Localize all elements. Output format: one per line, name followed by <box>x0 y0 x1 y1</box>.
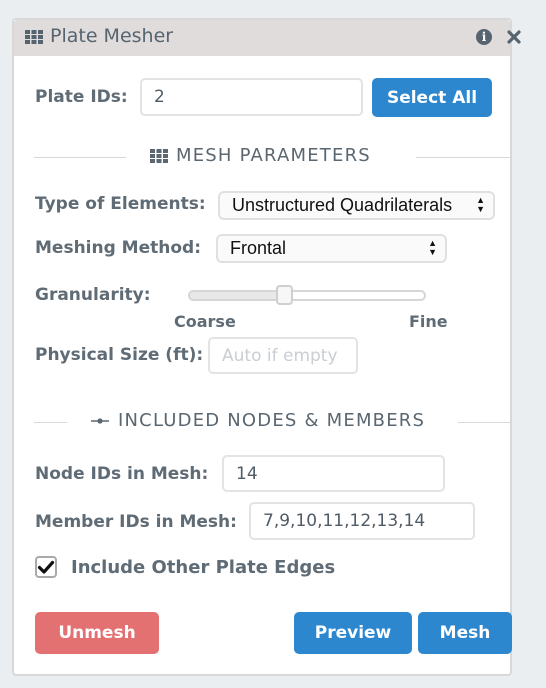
meshing-method-label: Meshing Method: <box>35 238 202 258</box>
section-title: INCLUDED NODES & MEMBERS <box>118 410 426 431</box>
mesh-button[interactable]: Mesh <box>418 612 512 654</box>
section-title: MESH PARAMETERS <box>176 145 371 166</box>
granularity-slider-track[interactable] <box>188 290 426 301</box>
divider <box>34 422 67 423</box>
include-other-plate-edges-label[interactable]: Include Other Plate Edges <box>71 557 335 578</box>
mesh-parameters-header: MESH PARAMETERS <box>34 145 512 169</box>
plate-ids-label: Plate IDs: <box>35 87 128 107</box>
granularity-slider-thumb[interactable] <box>276 285 294 305</box>
meshing-method-select[interactable]: Frontal ▲ ▼ <box>216 234 447 263</box>
type-of-elements-value: Unstructured Quadrilaterals <box>232 195 453 215</box>
panel-titlebar[interactable]: Plate Mesher i <box>14 20 521 56</box>
included-nodes-members-header: INCLUDED NODES & MEMBERS <box>34 410 512 434</box>
physical-size-input[interactable]: Auto if empty <box>208 337 358 374</box>
member-ids-input[interactable]: 7,9,10,11,12,13,14 <box>249 502 475 540</box>
grid-icon <box>25 30 43 44</box>
preview-button[interactable]: Preview <box>294 612 412 654</box>
physical-size-label: Physical Size (ft): <box>35 345 204 365</box>
divider <box>34 157 126 158</box>
type-of-elements-select[interactable]: Unstructured Quadrilaterals ▲ ▼ <box>218 191 495 220</box>
granularity-slider-fill <box>190 292 287 299</box>
node-ids-input[interactable]: 14 <box>222 455 445 492</box>
node-ids-label: Node IDs in Mesh: <box>35 464 209 484</box>
meshing-method-value: Frontal <box>230 238 287 258</box>
unmesh-button[interactable]: Unmesh <box>35 612 159 654</box>
select-all-button[interactable]: Select All <box>372 78 492 117</box>
close-icon[interactable] <box>507 30 521 44</box>
granularity-label: Granularity: <box>35 285 151 305</box>
panel-title: Plate Mesher <box>50 25 174 47</box>
grid-icon <box>150 148 168 163</box>
member-ids-label: Member IDs in Mesh: <box>35 512 237 532</box>
type-of-elements-label: Type of Elements: <box>35 194 206 214</box>
plate-ids-input[interactable]: 2 <box>140 78 363 116</box>
checkmark-icon <box>37 560 55 574</box>
divider <box>458 422 512 423</box>
select-arrows-icon: ▲ ▼ <box>428 238 437 257</box>
granularity-min-label: Coarse <box>174 312 236 331</box>
divider <box>416 157 512 158</box>
info-icon[interactable]: i <box>476 29 492 45</box>
granularity-max-label: Fine <box>409 312 448 331</box>
include-other-plate-edges-checkbox[interactable] <box>35 556 57 578</box>
select-arrows-icon: ▲ ▼ <box>476 195 485 214</box>
node-icon <box>91 417 109 424</box>
